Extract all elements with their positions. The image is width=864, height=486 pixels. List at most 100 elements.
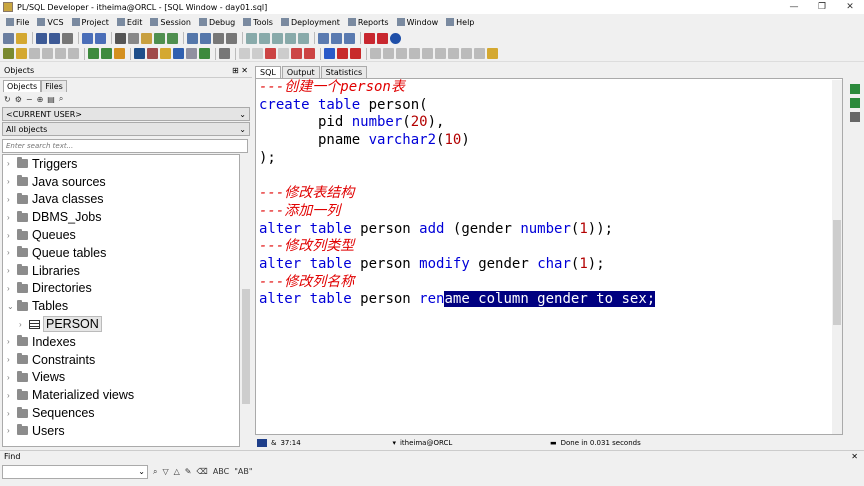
filter-select[interactable]: All objects ⌄ <box>2 122 250 136</box>
tree-scrollbar[interactable] <box>241 154 251 447</box>
bookmark-prev-icon[interactable] <box>396 48 407 59</box>
menu-tools[interactable]: Tools <box>239 18 277 27</box>
snippet-icon[interactable] <box>474 48 485 59</box>
describe-icon[interactable] <box>173 48 184 59</box>
unindent-icon[interactable] <box>200 32 211 44</box>
bookmark-next-icon[interactable] <box>383 48 394 59</box>
stop-icon[interactable] <box>364 32 375 44</box>
split-icon[interactable] <box>259 32 270 44</box>
tree-item-libraries[interactable]: › Libraries <box>3 262 239 280</box>
expand-icon[interactable]: ⊕ <box>37 95 44 104</box>
replace-icon[interactable] <box>167 32 178 44</box>
clear-highlight-icon[interactable]: ⌫ <box>197 467 208 476</box>
maximize-button[interactable]: ❐ <box>808 0 836 14</box>
tab-sql[interactable]: SQL <box>255 66 281 78</box>
find-prev-icon[interactable]: △ <box>174 467 180 476</box>
chevron-right-icon[interactable]: › <box>7 337 17 346</box>
debug-stop-icon[interactable] <box>291 48 302 59</box>
command-window-icon[interactable] <box>101 48 112 59</box>
chevron-down-icon[interactable]: ⌄ <box>138 467 145 476</box>
menu-help[interactable]: Help <box>442 18 478 27</box>
break-icon[interactable] <box>16 48 27 59</box>
tab-files[interactable]: Files <box>41 80 67 92</box>
tree-item-constraints[interactable]: › Constraints <box>3 351 239 369</box>
lock-icon[interactable] <box>487 48 498 59</box>
tree-item-dbms-jobs[interactable]: › DBMS_Jobs <box>3 208 239 226</box>
bookmark-clear-icon[interactable] <box>409 48 420 59</box>
pdf-icon[interactable] <box>377 32 388 44</box>
rollback-icon[interactable] <box>42 48 53 59</box>
connect-icon[interactable] <box>134 48 145 59</box>
find-object-icon[interactable]: ⌕ <box>59 94 63 104</box>
open-icon[interactable] <box>16 32 27 44</box>
tab-objects[interactable]: Objects <box>3 80 42 92</box>
tree-item-sequences[interactable]: › Sequences <box>3 404 239 422</box>
tree-item-users[interactable]: › Users <box>3 422 239 440</box>
tree-item-java-sources[interactable]: › Java sources <box>3 173 239 191</box>
cut-icon[interactable] <box>115 32 126 44</box>
execute-icon[interactable] <box>3 48 14 59</box>
macro-stop-icon[interactable] <box>448 48 459 59</box>
paste-icon[interactable] <box>141 32 152 44</box>
goto-icon[interactable] <box>350 48 361 59</box>
tree-item-java-classes[interactable]: › Java classes <box>3 191 239 209</box>
save-icon[interactable] <box>36 32 47 44</box>
cascade-icon[interactable] <box>272 32 283 44</box>
menu-vcs[interactable]: VCS <box>33 18 67 27</box>
info-icon[interactable] <box>390 32 401 44</box>
tree-item-tables[interactable]: ⌄ Tables <box>3 297 239 315</box>
layout-icon[interactable] <box>246 32 257 44</box>
explain-icon[interactable] <box>55 48 66 59</box>
tree-item-directories[interactable]: › Directories <box>3 280 239 298</box>
tile-icon[interactable] <box>285 32 296 44</box>
collapse-icon[interactable]: − <box>26 95 33 104</box>
test-icon[interactable] <box>68 48 79 59</box>
chevron-right-icon[interactable]: › <box>7 266 17 275</box>
commit-icon[interactable] <box>29 48 40 59</box>
tree-item-materialized-views[interactable]: › Materialized views <box>3 386 239 404</box>
minimize-button[interactable]: — <box>780 0 808 14</box>
save-all-icon[interactable] <box>49 32 60 44</box>
highlight-icon[interactable]: ✎ <box>185 467 192 476</box>
chevron-down-icon[interactable]: ⌄ <box>7 302 17 311</box>
bookmark-icon[interactable] <box>370 48 381 59</box>
up-arrow-icon[interactable] <box>849 84 860 94</box>
copy-icon[interactable] <box>128 32 139 44</box>
disconnect-icon[interactable] <box>147 48 158 59</box>
menu-window[interactable]: Window <box>393 18 443 27</box>
tree-item-queues[interactable]: › Queues <box>3 226 239 244</box>
dropdown-icon[interactable]: ▾ <box>392 439 396 447</box>
forward-icon[interactable] <box>324 48 335 59</box>
chevron-right-icon[interactable]: › <box>7 231 17 240</box>
comment-icon[interactable] <box>213 32 224 44</box>
tree-item-triggers[interactable]: › Triggers <box>3 155 239 173</box>
uncomment-icon[interactable] <box>226 32 237 44</box>
macro-play-icon[interactable] <box>435 48 446 59</box>
window-list-icon[interactable] <box>318 32 329 44</box>
database-icon[interactable] <box>849 112 860 122</box>
menu-debug[interactable]: Debug <box>195 18 239 27</box>
match-case-button[interactable]: ABC <box>213 467 229 476</box>
breakpoint-icon[interactable] <box>265 48 276 59</box>
chevron-right-icon[interactable]: › <box>7 373 17 382</box>
whole-word-button[interactable]: "AB" <box>234 467 252 476</box>
chevron-right-icon[interactable]: › <box>7 213 17 222</box>
menu-reports[interactable]: Reports <box>344 18 393 27</box>
properties-icon[interactable]: ⚙ <box>15 95 22 104</box>
chevron-right-icon[interactable]: › <box>7 355 17 364</box>
debug-step-icon[interactable] <box>252 48 263 59</box>
menu-file[interactable]: File <box>2 18 33 27</box>
report-icon[interactable] <box>114 48 125 59</box>
tree-item-views[interactable]: › Views <box>3 369 239 387</box>
menu-session[interactable]: Session <box>146 18 195 27</box>
find-pane-close-icon[interactable]: ✕ <box>851 452 858 461</box>
compile-icon[interactable] <box>186 48 197 59</box>
editor-scrollbar-thumb[interactable] <box>833 220 841 325</box>
template-icon[interactable] <box>461 48 472 59</box>
window-list3-icon[interactable] <box>344 32 355 44</box>
debug-start-icon[interactable] <box>239 48 250 59</box>
find-next-icon[interactable]: ▽ <box>162 467 168 476</box>
chevron-right-icon[interactable]: › <box>7 195 17 204</box>
find-icon[interactable] <box>154 32 165 44</box>
debug-over-icon[interactable] <box>278 48 289 59</box>
